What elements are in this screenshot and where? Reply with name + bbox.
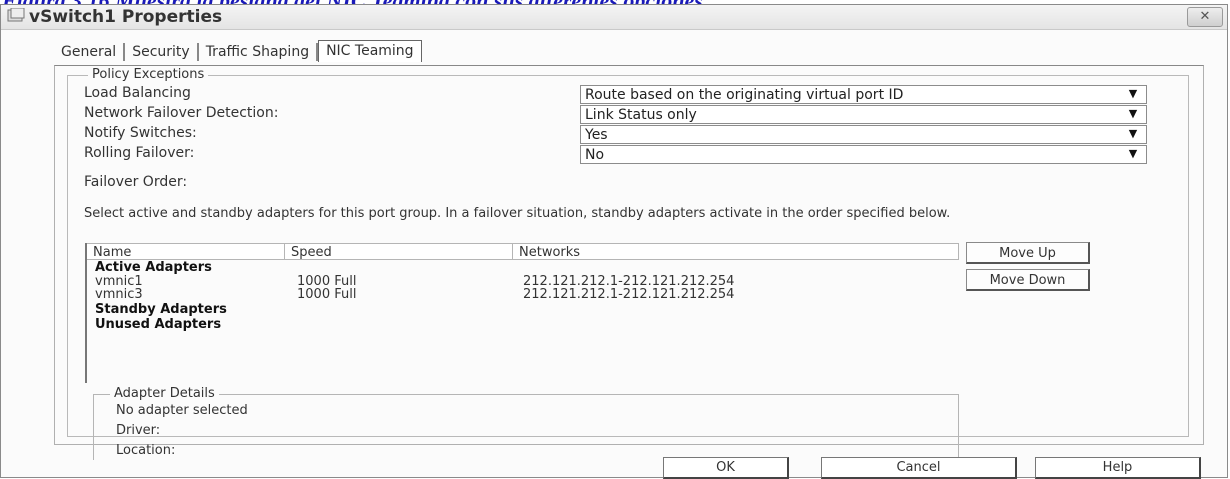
chevron-down-icon[interactable]: ▼: [1122, 147, 1144, 162]
failover-help-text: Select active and standby adapters for t…: [84, 206, 951, 221]
tab-strip: General Security Traffic Shaping NIC Tea…: [54, 40, 422, 65]
policy-exceptions-legend: Policy Exceptions: [88, 67, 209, 82]
column-header-speed[interactable]: Speed: [285, 243, 513, 260]
adapter-networks: 212.121.212.1-212.121.212.254: [523, 287, 735, 302]
chevron-down-icon[interactable]: ▼: [1122, 87, 1144, 102]
adapter-speed: 1000 Full: [297, 287, 357, 302]
active-adapters-group: Active Adapters: [95, 260, 212, 275]
policy-exceptions-group: Policy Exceptions Load Balancing Route b…: [67, 67, 1189, 460]
close-button[interactable]: ✕: [1187, 7, 1223, 27]
rolling-failover-value: No: [585, 147, 605, 163]
window-title: vSwitch1 Properties: [29, 7, 223, 27]
load-balancing-label: Load Balancing: [84, 85, 191, 101]
failover-order-label: Failover Order:: [84, 174, 188, 190]
rolling-failover-select[interactable]: No ▼: [580, 145, 1147, 164]
unused-adapters-group: Unused Adapters: [95, 317, 222, 332]
standby-adapters-group: Standby Adapters: [95, 302, 227, 317]
vswitch-properties-dialog: vSwitch1 Properties ✕ General Security T…: [0, 4, 1228, 479]
ok-button[interactable]: OK: [663, 457, 789, 479]
notify-switches-select[interactable]: Yes ▼: [580, 125, 1147, 144]
failover-detection-value: Link Status only: [585, 107, 697, 123]
driver-label: Driver:: [116, 423, 161, 438]
adapter-details-legend: Adapter Details: [110, 386, 219, 401]
rolling-failover-label: Rolling Failover:: [84, 145, 195, 161]
close-icon: ✕: [1199, 9, 1211, 24]
move-down-button[interactable]: Move Down: [966, 269, 1090, 291]
location-label: Location:: [116, 443, 176, 458]
cancel-button[interactable]: Cancel: [821, 457, 1017, 479]
chevron-down-icon[interactable]: ▼: [1122, 107, 1144, 122]
adapter-selection-status: No adapter selected: [116, 403, 248, 418]
tab-nic-teaming[interactable]: NIC Teaming: [318, 40, 422, 62]
notify-switches-value: Yes: [585, 127, 608, 143]
tab-security[interactable]: Security: [125, 43, 199, 61]
adapter-name: vmnic3: [95, 287, 143, 302]
title-bar[interactable]: vSwitch1 Properties ✕: [1, 5, 1227, 30]
tab-panel: Policy Exceptions Load Balancing Route b…: [54, 65, 1204, 460]
adapter-details-group: Adapter Details No adapter selected Driv…: [93, 386, 959, 460]
column-header-networks[interactable]: Networks: [513, 243, 959, 260]
notify-switches-label: Notify Switches:: [84, 125, 197, 141]
move-up-button[interactable]: Move Up: [966, 242, 1090, 264]
tab-traffic-shaping[interactable]: Traffic Shaping: [199, 43, 319, 61]
failover-detection-label: Network Failover Detection:: [84, 105, 279, 121]
help-button[interactable]: Help: [1035, 457, 1201, 479]
load-balancing-select[interactable]: Route based on the originating virtual p…: [580, 85, 1147, 104]
tab-general[interactable]: General: [54, 43, 126, 61]
column-header-name[interactable]: Name: [87, 243, 285, 260]
window-icon: [7, 8, 25, 22]
failover-detection-select[interactable]: Link Status only ▼: [580, 105, 1147, 124]
chevron-down-icon[interactable]: ▼: [1122, 127, 1144, 142]
load-balancing-value: Route based on the originating virtual p…: [585, 87, 904, 103]
adapter-list[interactable]: Name Speed Networks Active Adapters vmni…: [85, 243, 959, 383]
